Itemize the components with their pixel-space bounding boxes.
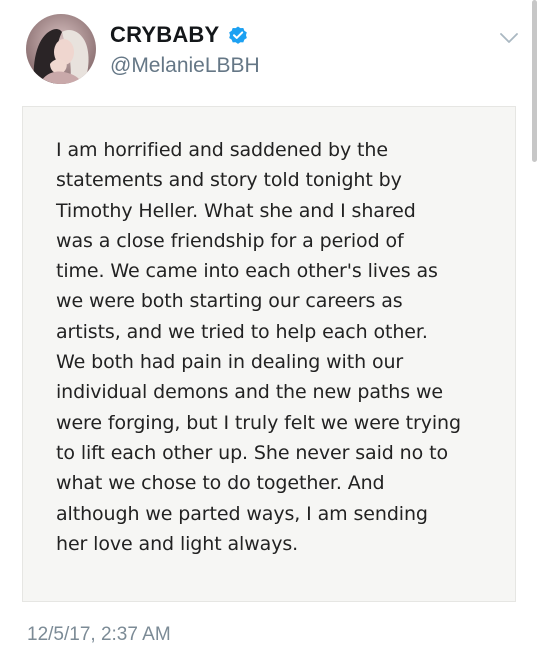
note-line: time. We came into each other's lives as (56, 260, 438, 283)
note-line: were forging, but I truly felt we were t… (56, 411, 461, 434)
note-line: although we parted ways, I am sending (56, 502, 428, 525)
note-line: Timothy Heller. What she and I shared (56, 199, 416, 222)
scrollbar[interactable] (532, 0, 537, 162)
avatar[interactable] (26, 14, 96, 84)
note-line: artists, and we tried to help each other… (56, 320, 428, 343)
user-handle[interactable]: @MelanieLBBH (110, 54, 260, 78)
note-line: her love and light always. (56, 532, 299, 555)
note-line: to lift each other up. She never said no… (56, 441, 448, 464)
note-line: we were both starting our careers as (56, 290, 403, 313)
display-name[interactable]: CRYBABY (110, 22, 219, 48)
note-line: We both had pain in dealing with our (56, 351, 404, 374)
note-line: I am horrified and saddened by the (56, 139, 388, 161)
attached-note-image[interactable]: I am horrified and saddened by the state… (22, 106, 516, 602)
note-line: what we chose to do together. And (56, 472, 385, 495)
chevron-down-icon (500, 33, 518, 43)
verified-badge-icon (227, 24, 249, 46)
note-line: was a close friendship for a period of (56, 229, 404, 252)
avatar-image (26, 14, 96, 84)
tweet-timestamp[interactable]: 12/5/17, 2:37 AM (27, 624, 171, 646)
note-line: statements and story told tonight by (56, 169, 402, 192)
note-line: individual demons and the new paths we (56, 381, 443, 404)
tweet-menu-button[interactable] (497, 26, 521, 50)
display-name-row: CRYBABY (110, 22, 249, 48)
note-text: I am horrified and saddened by the state… (56, 135, 506, 559)
